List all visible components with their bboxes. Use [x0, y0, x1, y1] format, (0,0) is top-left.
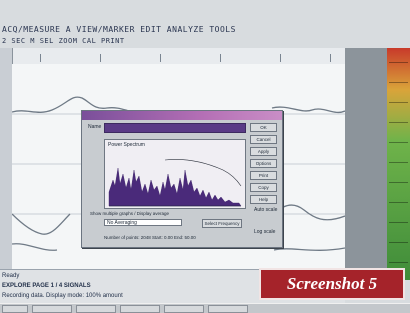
spectrum-graph: Power Spectrum	[104, 139, 246, 209]
copy-button[interactable]: Copy	[250, 183, 277, 192]
auto-scale-label[interactable]: Auto scale	[254, 207, 277, 213]
taskbar-item[interactable]	[208, 305, 248, 313]
taskbar-item[interactable]	[120, 305, 160, 313]
status-line-1: Ready	[2, 273, 20, 279]
caption-label: Screenshot 5	[286, 274, 378, 293]
averaging-select-value: No Averaging	[107, 220, 137, 226]
tool-bar-text[interactable]: 2 SEC M SEL ZOOM CAL PRINT	[2, 37, 125, 45]
screenshot-caption-badge: Screenshot 5	[259, 268, 405, 300]
meter-segment	[389, 142, 408, 143]
meter-segment	[389, 202, 408, 203]
meter-segment	[389, 162, 408, 163]
ruler-tick	[40, 54, 41, 62]
ruler-tick	[160, 54, 161, 62]
dialog-titlebar[interactable]	[82, 111, 282, 120]
meter-segment	[389, 102, 408, 103]
meter-segment	[389, 62, 408, 63]
page-navigator[interactable]: EXPLORE PAGE 1 / 4 SIGNALS	[2, 283, 91, 289]
averaging-select[interactable]: No Averaging	[104, 219, 182, 226]
ok-button[interactable]: OK	[250, 123, 277, 132]
display-options-row[interactable]: Show multiple graphs / Display average	[90, 211, 169, 216]
cancel-button[interactable]: Cancel	[250, 135, 277, 144]
select-frequency-button[interactable]: Select Frequency	[202, 219, 242, 228]
spectrum-trend	[164, 159, 242, 187]
meter-segment	[389, 122, 408, 123]
name-label: Name	[88, 124, 102, 130]
side-panel	[345, 48, 387, 273]
level-meter	[387, 48, 410, 280]
taskbar	[0, 303, 410, 313]
menu-bar-text[interactable]: ACQ/MEASURE A VIEW/MARKER EDIT ANALYZE T…	[2, 25, 236, 34]
meter-segment	[389, 182, 408, 183]
meter-segment	[389, 222, 408, 223]
ruler-tick	[220, 54, 221, 62]
spectrum-dialog: Name Power Spectrum OK Cancel Apply Opti…	[81, 110, 283, 248]
meter-segment	[389, 262, 408, 263]
application-window: ACQ/MEASURE A VIEW/MARKER EDIT ANALYZE T…	[0, 0, 410, 313]
ruler-tick	[100, 54, 101, 62]
menu-bar: ACQ/MEASURE A VIEW/MARKER EDIT ANALYZE T…	[0, 22, 300, 36]
help-button[interactable]: Help	[250, 195, 277, 204]
ruler-tick	[330, 54, 331, 62]
time-ruler	[0, 48, 345, 65]
print-button[interactable]: Print	[250, 171, 277, 180]
status-line-3: Recording data. Display mode: 100% amoun…	[2, 293, 123, 299]
taskbar-item[interactable]	[32, 305, 72, 313]
log-scale-label[interactable]: Log scale	[254, 229, 275, 235]
apply-button[interactable]: Apply	[250, 147, 277, 156]
dialog-footer-text: Number of points: 2048 Start: 0.00 End: …	[104, 235, 196, 240]
meter-segment	[389, 82, 408, 83]
spectrum-plot	[108, 159, 242, 207]
start-button[interactable]	[2, 305, 28, 313]
tool-bar: 2 SEC M SEL ZOOM CAL PRINT	[0, 36, 300, 48]
spectrum-envelope	[108, 167, 242, 207]
taskbar-item[interactable]	[164, 305, 204, 313]
name-field[interactable]	[104, 123, 246, 133]
meter-segment	[389, 242, 408, 243]
options-button[interactable]: Options	[250, 159, 277, 168]
taskbar-item[interactable]	[76, 305, 116, 313]
ruler-tick	[280, 54, 281, 62]
spectrum-title: Power Spectrum	[108, 142, 145, 148]
